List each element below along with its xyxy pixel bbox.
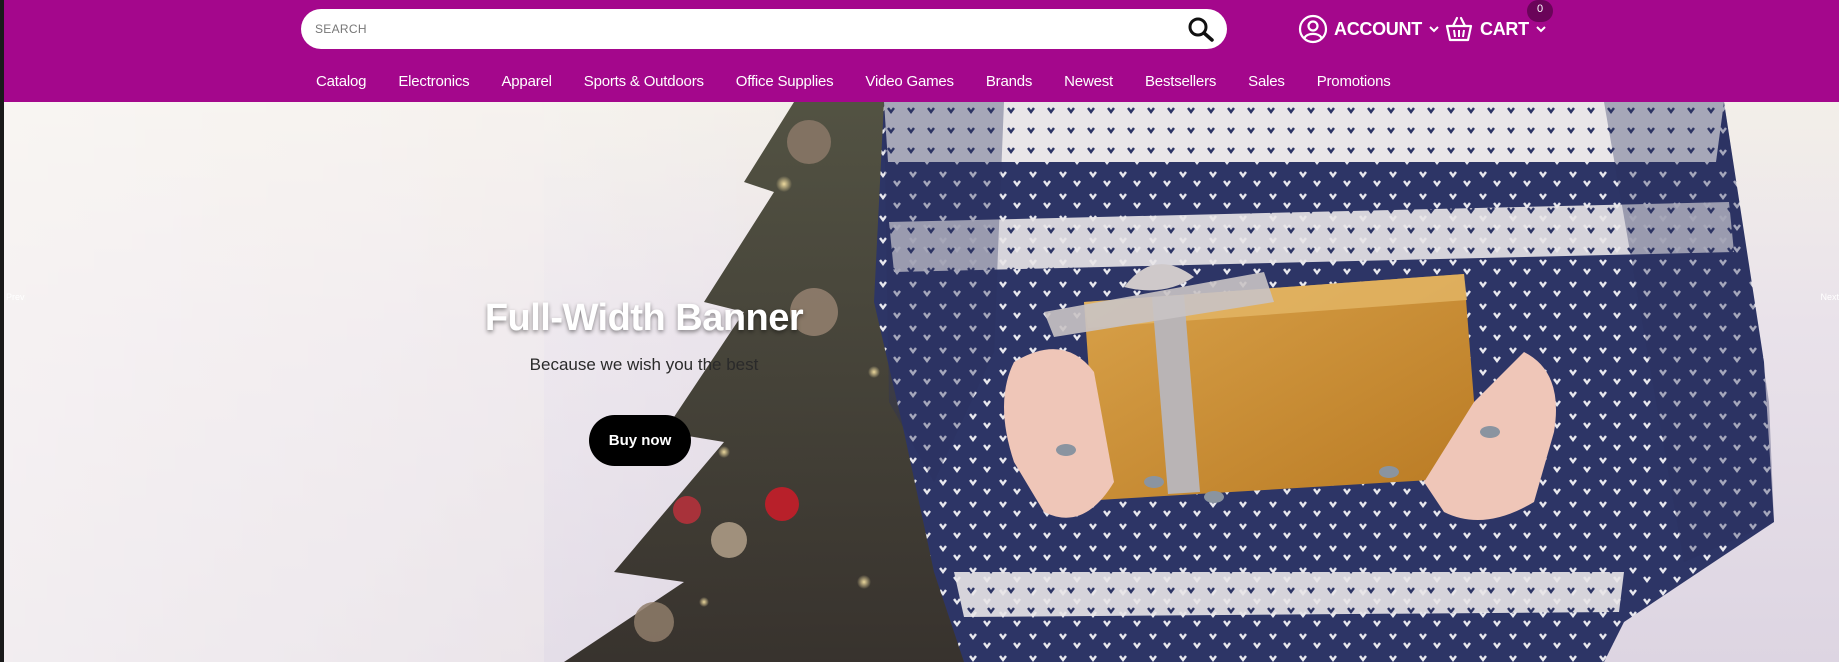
nav-item-electronics[interactable]: Electronics [398,73,469,90]
cart-count-badge: 0 [1527,0,1553,22]
nav-item-catalog[interactable]: Catalog [316,73,367,90]
nav-item-newest[interactable]: Newest [1064,73,1113,90]
nav-item-promotions[interactable]: Promotions [1317,73,1391,90]
account-menu[interactable]: ACCOUNT [1298,13,1440,45]
left-edge [0,0,4,662]
nav-item-sports-outdoors[interactable]: Sports & Outdoors [584,73,704,90]
site-header: ACCOUNT CART 0 Catalog Electronics Appar… [4,0,1839,102]
search-button[interactable] [1187,16,1215,42]
page: ACCOUNT CART 0 Catalog Electronics Appar… [0,0,1839,662]
user-circle-icon [1298,14,1328,44]
buy-now-button[interactable]: Buy now [589,415,691,466]
chevron-down-icon [1429,26,1439,33]
chevron-down-icon [1536,26,1546,33]
basket-icon [1445,16,1473,42]
nav-item-video-games[interactable]: Video Games [865,73,954,90]
nav-item-office-supplies[interactable]: Office Supplies [736,73,834,90]
banner-image [4,102,1774,662]
nav-item-sales[interactable]: Sales [1248,73,1285,90]
account-label: ACCOUNT [1334,18,1422,39]
main-nav: Catalog Electronics Apparel Sports & Out… [316,66,1423,96]
carousel-next-button[interactable]: Next [1820,292,1839,302]
cart-label: CART [1480,18,1529,39]
nav-item-brands[interactable]: Brands [986,73,1033,90]
search-icon [1188,17,1214,42]
nav-item-bestsellers[interactable]: Bestsellers [1145,73,1216,90]
banner-subtitle: Because we wish you the best [529,355,759,374]
carousel-prev-button[interactable]: Prev [6,292,25,302]
banner-title: Full-Width Banner [484,297,804,339]
search-bar [301,9,1227,49]
nav-item-apparel[interactable]: Apparel [501,73,552,90]
hero-banner: Full-Width Banner Because we wish you th… [4,102,1839,662]
search-input[interactable] [315,9,1165,49]
